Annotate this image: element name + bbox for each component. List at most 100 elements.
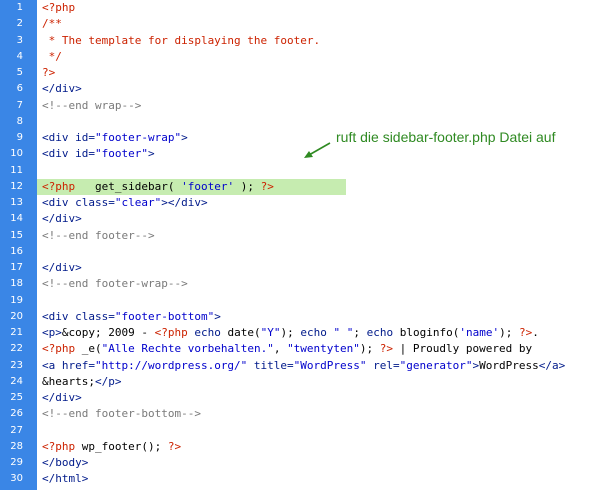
code-text[interactable]: /** — [42, 16, 62, 32]
code-text[interactable]: <!--end footer--> — [42, 228, 155, 244]
code-line[interactable]: 12 <?php get_sidebar( 'footer' ); ?> — [0, 178, 610, 195]
line-number: 22 — [10, 343, 23, 355]
code-line[interactable]: 24 &hearts;</p> — [0, 374, 610, 390]
line-number: 17 — [10, 262, 23, 273]
code-line[interactable]: 14 </div> — [0, 211, 610, 227]
code-line[interactable]: 4 */ — [0, 49, 610, 65]
code-line[interactable]: 19 — [0, 293, 610, 309]
line-number: 4 — [16, 50, 23, 62]
code-token: ); — [234, 179, 261, 193]
code-line[interactable]: 28 <?php wp_footer(); ?> — [0, 439, 610, 455]
code-line[interactable]: 27 — [0, 423, 610, 439]
code-line[interactable]: 17 </div> — [0, 260, 610, 276]
code-text[interactable]: <!--end wrap--> — [42, 98, 141, 114]
code-line[interactable]: 25 </div> — [0, 390, 610, 406]
code-token: > — [147, 147, 155, 161]
code-text[interactable]: </div> — [42, 81, 82, 97]
code-text[interactable]: <?php — [42, 0, 75, 16]
code-line[interactable]: 26 <!--end footer-bottom--> — [0, 406, 610, 422]
code-text[interactable]: <p>&copy; 2009 - <?php echo date("Y"); e… — [42, 325, 539, 341]
code-line[interactable]: 23 <a href="http://wordpress.org/" title=… — [0, 358, 610, 374]
code-line[interactable]: 7 <!--end wrap--> — [0, 98, 610, 114]
line-number: 30 — [10, 473, 23, 485]
code-token: ?> — [518, 326, 533, 339]
code-text[interactable]: <?php get_sidebar( 'footer' ); ?> — [42, 179, 274, 195]
code-lines[interactable]: 1 <?php 2 /** 3 * The template for displayin… — [0, 0, 610, 488]
line-number: 11 — [10, 164, 23, 176]
code-text[interactable]: <!--end footer-bottom--> — [42, 406, 201, 422]
line-number: 29 — [10, 457, 23, 468]
code-token: . — [532, 326, 539, 339]
code-line[interactable]: 16 — [0, 244, 610, 260]
code-text[interactable]: * The template for displaying the footer… — [42, 33, 321, 49]
code-line[interactable]: 15 <!--end footer--> — [0, 228, 610, 244]
code-text[interactable]: <?php wp_footer(); ?> — [42, 439, 181, 455]
code-token: &hearts; — [42, 374, 95, 388]
code-token: <?php — [154, 326, 188, 339]
code-token: title= — [247, 358, 294, 372]
code-text[interactable]: <a href="http://wordpress.org/" title="W… — [42, 358, 565, 374]
code-text[interactable]: </div> — [42, 390, 82, 406]
code-line[interactable]: 13 <div class="clear"></div> — [0, 195, 610, 211]
line-number: 16 — [10, 245, 23, 257]
code-text[interactable]: </div> — [42, 260, 82, 276]
code-token: "clear" — [114, 196, 162, 209]
code-token: <div class= — [42, 309, 115, 323]
code-text[interactable]: ?> — [42, 65, 55, 81]
code-text[interactable]: </body> — [42, 455, 88, 471]
code-text[interactable]: <div class="footer-bottom"> — [42, 309, 221, 325]
code-line[interactable]: 29 </body> — [0, 455, 610, 471]
line-number: 27 — [10, 424, 23, 436]
code-line[interactable]: 3 * The template for displaying the foot… — [0, 33, 610, 49]
code-line[interactable]: 8 — [0, 114, 610, 130]
code-text[interactable]: <!--end footer-wrap--> — [42, 276, 188, 292]
line-number: 6 — [16, 83, 23, 95]
line-number: 20 — [10, 310, 23, 322]
code-line[interactable]: 1 <?php — [0, 0, 610, 16]
code-text[interactable]: <?php _e("Alle Rechte vorbehalten.", "tw… — [42, 341, 532, 357]
code-line[interactable]: 6 </div> — [0, 81, 610, 97]
line-number: 10 — [10, 148, 23, 160]
code-token: <?php — [42, 439, 76, 453]
code-text[interactable]: <div class="clear"></div> — [42, 195, 208, 211]
code-token: echo — [366, 326, 400, 339]
code-token: <div id= — [42, 131, 95, 144]
code-text[interactable]: <div id="footer"> — [42, 146, 155, 162]
line-number: 8 — [16, 115, 23, 127]
line-number: 12 — [10, 180, 23, 192]
code-line[interactable]: 11 — [0, 163, 610, 179]
code-editor[interactable]: 1 <?php 2 /** 3 * The template for displayin… — [0, 0, 610, 490]
code-token: <?php — [42, 179, 76, 193]
code-text[interactable]: &hearts;</p> — [42, 374, 121, 390]
code-token: wp_footer(); — [75, 439, 168, 453]
line-number: 14 — [10, 213, 23, 225]
code-line[interactable]: 21 <p>&copy; 2009 - <?php echo date("Y");… — [0, 325, 610, 341]
code-text[interactable]: </html> — [42, 471, 88, 487]
code-token: ?> — [167, 439, 182, 453]
code-text[interactable]: <div id="footer-wrap"> — [42, 130, 188, 146]
code-token: "WordPress" — [293, 358, 367, 372]
code-text[interactable]: */ — [42, 49, 62, 65]
code-line[interactable]: 5 ?> — [0, 65, 610, 81]
code-token: <!--end footer-wrap--> — [42, 277, 188, 291]
line-number: 21 — [10, 327, 23, 338]
code-text[interactable]: </div> — [42, 211, 82, 227]
code-token: rel= — [366, 358, 400, 372]
code-token: <!--end wrap--> — [42, 98, 142, 112]
code-token: 'footer' — [181, 179, 235, 193]
code-line[interactable]: 20 <div class="footer-bottom"> — [0, 309, 610, 325]
code-token: | Proudly powered by — [393, 342, 533, 356]
code-token: </a> — [538, 358, 566, 372]
code-line[interactable]: 18 <!--end footer-wrap--> — [0, 276, 610, 292]
code-token: "http://wordpress.org/" — [94, 358, 248, 372]
code-line[interactable]: 2 /** — [0, 16, 610, 32]
code-token: "generator" — [399, 358, 473, 372]
code-line[interactable]: 22 <?php _e("Alle Rechte vorbehalten.", "… — [0, 341, 610, 357]
code-token: "footer" — [94, 147, 148, 161]
code-token: <!--end footer-bottom--> — [42, 407, 201, 421]
code-token: " " — [333, 326, 354, 339]
code-token: </body> — [42, 456, 89, 469]
code-line[interactable]: 30 </html> — [0, 471, 610, 487]
line-number: 19 — [10, 294, 23, 306]
code-token: /** — [42, 17, 62, 31]
